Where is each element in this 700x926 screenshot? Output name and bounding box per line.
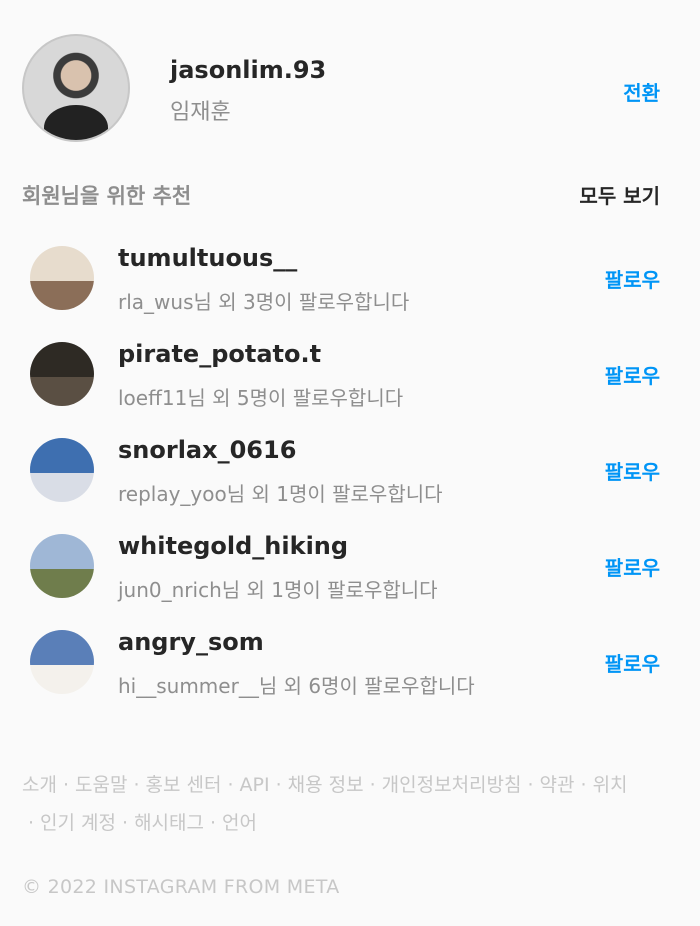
suggestion-subtitle: jun0_nrich님 외 1명이 팔로우합니다: [118, 578, 438, 602]
suggestion-avatar[interactable]: [30, 534, 94, 598]
footer-link[interactable]: 약관: [540, 774, 575, 796]
footer-link[interactable]: 위치: [593, 774, 628, 796]
suggestion-item: angry_som hi__summer__님 외 6명이 팔로우합니다 팔로우: [30, 628, 660, 724]
suggestion-subtitle: hi__summer__님 외 6명이 팔로우합니다: [118, 674, 475, 698]
footer-link[interactable]: API: [240, 774, 270, 796]
see-all-button[interactable]: 모두 보기: [579, 180, 660, 209]
suggestions-header: 회원님을 위한 추천 모두 보기: [22, 180, 660, 210]
suggestion-avatar[interactable]: [30, 630, 94, 694]
suggestion-avatar[interactable]: [30, 342, 94, 406]
suggestion-username[interactable]: whitegold_hiking: [118, 532, 348, 560]
footer-link[interactable]: 홍보 센터: [146, 774, 222, 796]
footer-separator: ·: [527, 774, 534, 796]
current-user-username[interactable]: jasonlim.93: [170, 56, 326, 84]
suggestion-username[interactable]: pirate_potato.t: [118, 340, 321, 368]
footer-link[interactable]: 인기 계정: [40, 812, 116, 834]
current-user-card: jasonlim.93 임재훈 전환: [22, 34, 660, 146]
footer-separator: ·: [62, 774, 70, 796]
follow-button[interactable]: 팔로우: [605, 648, 660, 677]
footer-link[interactable]: 해시태그: [134, 812, 204, 834]
footer-separator: ·: [369, 774, 376, 796]
suggestion-item: snorlax_0616 replay_yoo님 외 1명이 팔로우합니다 팔로…: [30, 436, 660, 532]
footer-separator: ·: [28, 812, 35, 834]
footer-separator: ·: [122, 812, 129, 834]
follow-button[interactable]: 팔로우: [605, 552, 660, 581]
suggestion-subtitle: loeff11님 외 5명이 팔로우합니다: [118, 386, 404, 410]
suggestion-item: pirate_potato.t loeff11님 외 5명이 팔로우합니다 팔로…: [30, 340, 660, 436]
footer-link[interactable]: 소개: [22, 774, 57, 796]
footer-separator: ·: [227, 774, 234, 796]
follow-button[interactable]: 팔로우: [605, 264, 660, 293]
suggestion-username[interactable]: angry_som: [118, 628, 264, 656]
footer-separator: ·: [275, 774, 282, 796]
footer-link[interactable]: 개인정보처리방침: [382, 774, 522, 796]
suggestion-subtitle: replay_yoo님 외 1명이 팔로우합니다: [118, 482, 443, 506]
suggestions-title: 회원님을 위한 추천: [22, 184, 192, 208]
footer-link[interactable]: 언어: [222, 812, 257, 834]
suggestion-item: whitegold_hiking jun0_nrich님 외 1명이 팔로우합니…: [30, 532, 660, 628]
suggestion-avatar[interactable]: [30, 246, 94, 310]
footer-link[interactable]: 채용 정보: [288, 774, 364, 796]
suggestion-username[interactable]: tumultuous__: [118, 244, 297, 272]
suggestion-item: tumultuous__ rla_wus님 외 3명이 팔로우합니다 팔로우: [30, 244, 660, 340]
follow-button[interactable]: 팔로우: [605, 456, 660, 485]
follow-button[interactable]: 팔로우: [605, 360, 660, 389]
current-user-fullname: 임재훈: [170, 100, 231, 125]
footer-separator: ·: [209, 812, 217, 834]
suggestion-subtitle: rla_wus님 외 3명이 팔로우합니다: [118, 290, 410, 314]
switch-account-button[interactable]: 전환: [623, 77, 660, 106]
footer-link[interactable]: 도움말: [75, 774, 127, 796]
current-user-avatar[interactable]: [22, 34, 130, 142]
footer-links: 소개 · 도움말 · 홍보 센터 · API · 채용 정보 · 개인정보처리방침 · 약관 · 위치· 인기…: [22, 766, 642, 842]
copyright-text: © 2022 INSTAGRAM FROM META: [22, 876, 340, 898]
footer-separator: ·: [133, 774, 140, 796]
suggestion-username[interactable]: snorlax_0616: [118, 436, 296, 464]
suggestion-avatar[interactable]: [30, 438, 94, 502]
footer-separator: ·: [580, 774, 587, 796]
suggestions-list: tumultuous__ rla_wus님 외 3명이 팔로우합니다 팔로우 p…: [30, 244, 660, 724]
